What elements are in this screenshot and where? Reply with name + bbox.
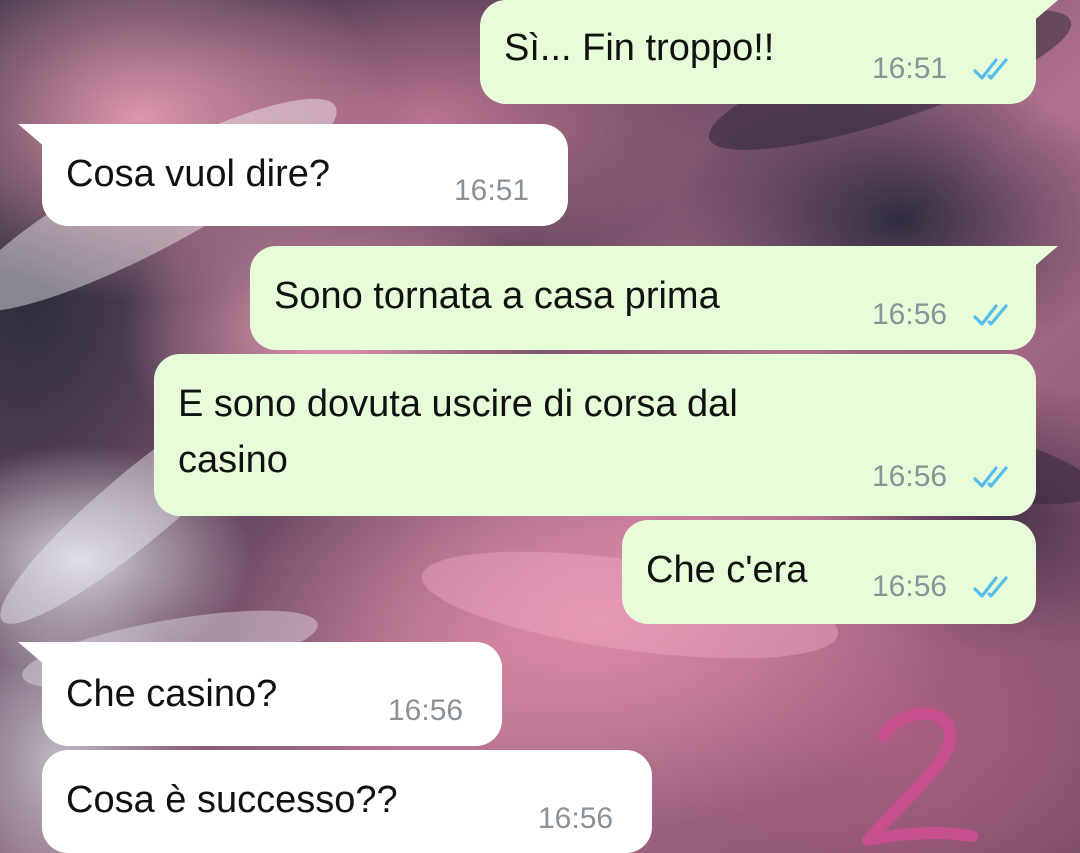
message-text-line: casino	[178, 439, 288, 481]
message-bubble-outgoing[interactable]: Sì... Fin troppo!! 16:51	[480, 0, 1036, 104]
message-text: Sono tornata a casa prima	[274, 275, 720, 317]
message-timestamp: 16:51	[454, 174, 530, 207]
bubble-tail-outgoing	[1030, 246, 1058, 270]
message-text: Che casino?	[66, 673, 278, 715]
double-check-icon	[973, 576, 1008, 598]
message-timestamp: 16:56	[872, 298, 948, 331]
message-bubble-incoming[interactable]: Cosa vuol dire? 16:51	[42, 124, 568, 226]
message-timestamp: 16:56	[872, 570, 948, 603]
double-check-icon	[973, 58, 1008, 80]
double-check-icon	[973, 304, 1008, 326]
handwritten-number-mark: 2	[832, 700, 978, 846]
message-text: Cosa è successo??	[66, 779, 398, 821]
message-text: Che c'era	[646, 549, 808, 591]
message-bubble-outgoing[interactable]: E sono dovuta uscire di corsa dal casino…	[154, 354, 1036, 516]
message-timestamp: 16:56	[872, 460, 948, 493]
message-list: Sì... Fin troppo!! 16:51 Cosa vuol dire?…	[0, 0, 1080, 853]
message-bubble-outgoing[interactable]: Sono tornata a casa prima 16:56	[250, 246, 1036, 350]
message-bubble-outgoing[interactable]: Che c'era 16:56	[622, 520, 1036, 624]
message-bubble-incoming[interactable]: Cosa è successo?? 16:56	[42, 750, 652, 853]
bubble-tail-incoming	[18, 124, 46, 148]
bubble-tail-incoming	[18, 642, 46, 666]
message-text: Cosa vuol dire?	[66, 153, 331, 195]
message-timestamp: 16:51	[872, 52, 948, 85]
message-text: Sì... Fin troppo!!	[504, 27, 775, 69]
message-text-line: E sono dovuta uscire di corsa dal	[178, 383, 738, 425]
bubble-tail-outgoing	[1030, 0, 1058, 24]
message-bubble-incoming[interactable]: Che casino? 16:56	[42, 642, 502, 746]
mark-label: 2	[832, 700, 833, 701]
message-timestamp: 16:56	[538, 802, 614, 835]
message-timestamp: 16:56	[388, 694, 464, 727]
double-check-icon	[973, 466, 1008, 488]
